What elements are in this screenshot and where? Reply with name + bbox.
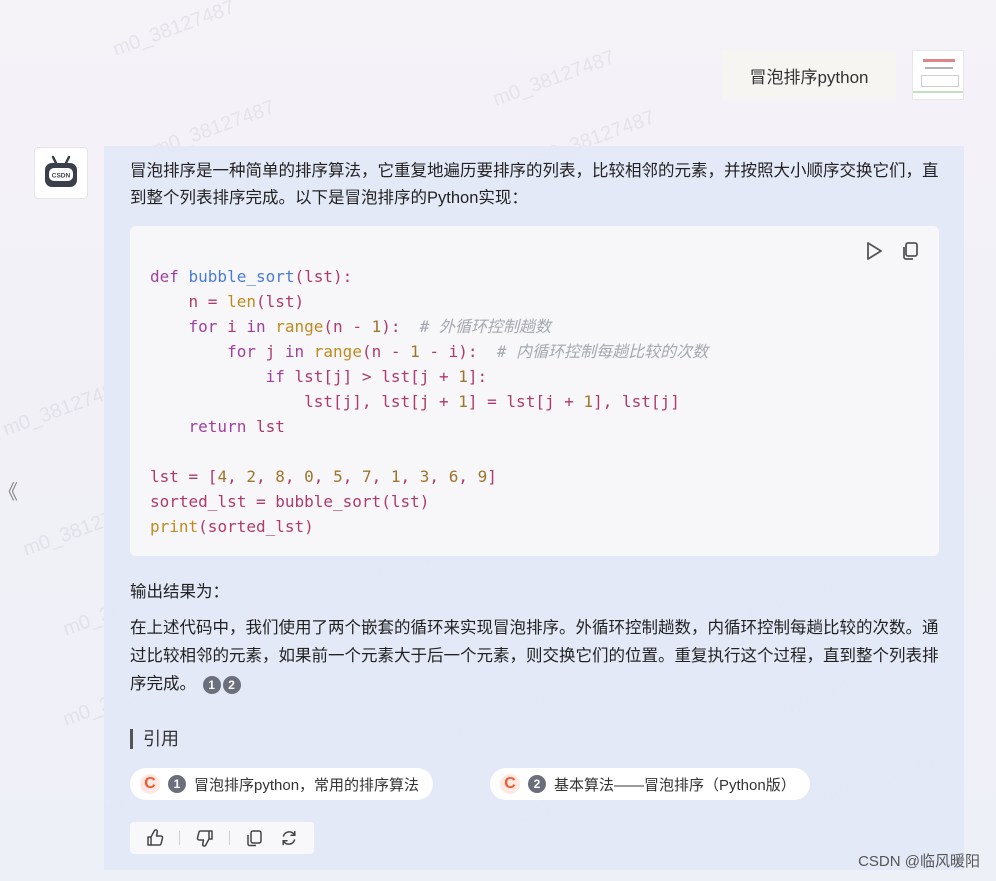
- citation-badge[interactable]: 2: [222, 675, 241, 694]
- reference-label: 基本算法——冒泡排序（Python版）: [554, 776, 796, 794]
- references-heading: 引用: [130, 729, 179, 749]
- output-label: 输出结果为：: [130, 583, 229, 601]
- user-message-row: 冒泡排序python: [722, 50, 964, 100]
- citation-badge[interactable]: 1: [202, 675, 221, 694]
- reference-label: 冒泡排序python，常用的排序算法: [194, 776, 420, 794]
- code-content: def bubble_sort(lst): n = len(lst) for i…: [150, 264, 708, 539]
- reference-number: 1: [168, 775, 186, 793]
- copy-icon[interactable]: [244, 828, 264, 848]
- user-avatar[interactable]: [912, 50, 964, 100]
- code-line: if lst[j] > lst[j + 1]:: [265, 367, 488, 386]
- regenerate-icon[interactable]: [279, 828, 299, 848]
- csdn-logo-icon: C: [140, 774, 160, 794]
- code-line: sorted_lst = bubble_sort(lst): [150, 492, 430, 511]
- user-message-bubble: 冒泡排序python: [722, 50, 896, 100]
- code-line: def bubble_sort(lst):: [150, 267, 353, 286]
- watermark: m0_38127487: [110, 0, 238, 61]
- csdn-logo-icon: C: [500, 774, 520, 794]
- copy-icon[interactable]: [899, 240, 921, 262]
- thumbs-down-icon[interactable]: [195, 828, 215, 848]
- site-credit: CSDN @临风暖阳: [858, 853, 980, 870]
- divider: [229, 831, 231, 845]
- reference-chip-2[interactable]: C 2 基本算法——冒泡排序（Python版）: [490, 768, 810, 800]
- code-block: def bubble_sort(lst): n = len(lst) for i…: [130, 226, 939, 556]
- answer-intro: 冒泡排序是一种简单的排序算法，它重复地遍历要排序的列表，比较相邻的元素，并按照大…: [130, 162, 939, 207]
- code-line: for i in range(n - 1): # 外循环控制趟数: [188, 317, 552, 336]
- code-line: for j in range(n - 1 - i): # 内循环控制每趟比较的次…: [227, 342, 709, 361]
- assistant-answer: 冒泡排序是一种简单的排序算法，它重复地遍历要排序的列表，比较相邻的元素，并按照大…: [104, 146, 964, 870]
- code-toolbar: [863, 240, 921, 262]
- feedback-toolbar: [130, 822, 314, 854]
- code-line: print(sorted_lst): [150, 517, 314, 536]
- reference-number: 2: [528, 775, 546, 793]
- collapse-arrow-icon[interactable]: 《: [0, 476, 18, 505]
- svg-text:CSDN: CSDN: [52, 173, 71, 180]
- divider: [179, 831, 181, 845]
- code-line: lst = [4, 2, 8, 0, 5, 7, 1, 3, 6, 9]: [150, 467, 497, 486]
- reference-chip-1[interactable]: C 1 冒泡排序python，常用的排序算法: [130, 768, 434, 800]
- code-line: n = len(lst): [150, 292, 305, 311]
- explanation-text: 在上述代码中，我们使用了两个嵌套的循环来实现冒泡排序。外循环控制趟数，内循环控制…: [130, 619, 939, 693]
- code-line: lst[j], lst[j + 1] = lst[j + 1], lst[j]: [150, 392, 680, 411]
- csdn-robot-icon: CSDN: [34, 147, 88, 199]
- code-line: return lst: [188, 417, 285, 436]
- thumbs-up-icon[interactable]: [145, 828, 165, 848]
- run-icon[interactable]: [863, 240, 885, 262]
- answer-explanation: 在上述代码中，我们使用了两个嵌套的循环来实现冒泡排序。外循环控制趟数，内循环控制…: [130, 614, 942, 698]
- watermark: m0_38127487: [490, 46, 618, 111]
